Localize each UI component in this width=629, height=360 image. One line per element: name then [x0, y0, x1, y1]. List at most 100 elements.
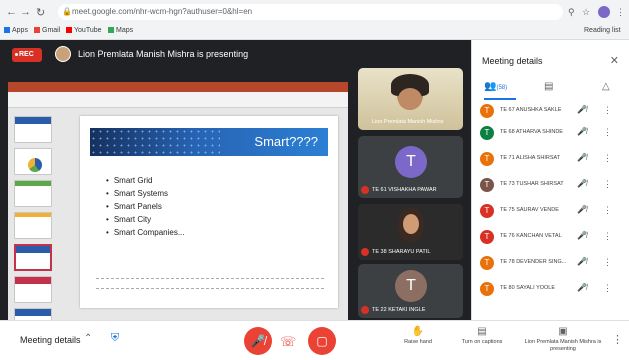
- participant-name: TE 68 ATHARVA SHINDE: [500, 129, 563, 135]
- tile-name: TE 61 VISHAKHA PAWAR: [372, 187, 437, 193]
- mic-off-icon: 🎤̸: [577, 257, 587, 266]
- participant-tile[interactable]: TE 38 SHARAYU PATIL: [358, 204, 463, 260]
- slide-thumbnail-active[interactable]: [14, 244, 52, 271]
- participant-avatar: T: [480, 126, 494, 140]
- bookmark-apps[interactable]: Apps: [4, 27, 28, 34]
- star-icon[interactable]: ☆: [582, 7, 590, 18]
- tab-chat[interactable]: ▤: [544, 81, 553, 92]
- maps-icon: [108, 27, 114, 33]
- hangup-icon[interactable]: ☏: [280, 334, 296, 350]
- apps-icon: [4, 27, 10, 33]
- bullet-item: Smart Companies...: [106, 226, 185, 239]
- presenter-avatar: [55, 46, 71, 62]
- more-options-icon[interactable]: ⋮: [612, 333, 623, 346]
- bookmark-gmail[interactable]: Gmail: [34, 27, 60, 34]
- more-icon[interactable]: ⋮: [603, 283, 612, 294]
- list-item[interactable]: T TE 80 SAYALI YOOLE 🎤̸ ⋮: [472, 280, 629, 300]
- participant-tile[interactable]: Lion Premlata Manish Mishra: [358, 68, 463, 130]
- participant-name: TE 71 ALISHA SHIRSAT: [500, 155, 561, 161]
- forward-icon[interactable]: →: [20, 6, 31, 18]
- participant-face: [403, 214, 419, 234]
- meeting-details-button[interactable]: Meeting details: [20, 335, 81, 345]
- tile-name: Lion Premlata Manish Mishra: [372, 119, 444, 125]
- more-icon[interactable]: ⋮: [603, 179, 612, 190]
- camera-toggle-button[interactable]: ▢: [308, 327, 336, 355]
- mic-off-icon: 🎤̸: [577, 153, 587, 162]
- more-icon[interactable]: ⋮: [603, 205, 612, 216]
- chevron-up-icon[interactable]: ⌃: [84, 333, 92, 344]
- panel-title: Meeting details: [482, 56, 543, 66]
- participant-avatar: T: [480, 282, 494, 296]
- participant-tile[interactable]: T TE 22 KETAKI INGLE: [358, 264, 463, 318]
- slide-thumbnail[interactable]: [14, 148, 52, 175]
- participant-avatar: T: [480, 204, 494, 218]
- slide-thumbnail[interactable]: [14, 180, 52, 207]
- tile-name: TE 22 KETAKI INGLE: [372, 307, 426, 313]
- gmail-icon: [34, 27, 40, 33]
- slide-thumbnail[interactable]: [14, 276, 52, 303]
- profile-avatar[interactable]: [598, 6, 610, 18]
- participant-avatar: T: [395, 270, 427, 302]
- divider: [96, 288, 324, 289]
- bullet-item: Smart Panels: [106, 200, 185, 213]
- bookmark-maps[interactable]: Maps: [108, 27, 133, 34]
- more-icon[interactable]: ⋮: [603, 127, 612, 138]
- close-icon[interactable]: ✕: [610, 54, 619, 67]
- rec-badge: REC: [12, 48, 42, 62]
- presenting-button[interactable]: ▣ Lion Premlata Manish Mishra is present…: [518, 325, 608, 353]
- bullet-item: Smart Systems: [106, 187, 185, 200]
- slide-thumbnails: [10, 112, 56, 335]
- participant-tile[interactable]: T TE 61 VISHAKHA PAWAR: [358, 136, 463, 198]
- list-item[interactable]: T TE 75 SAURAV VENDE 🎤̸ ⋮: [472, 202, 629, 222]
- list-item[interactable]: T TE 71 ALISHA SHIRSAT 🎤̸ ⋮: [472, 150, 629, 170]
- participant-face: [398, 88, 422, 110]
- participant-avatar: T: [395, 146, 427, 178]
- address-bar[interactable]: 🔒 meet.google.com/nhr-wcm-hgn?authuser=0…: [58, 4, 563, 20]
- mic-off-icon: 🎤̸: [577, 105, 587, 114]
- list-item[interactable]: T TE 76 KANCHAN VETAL 🎤̸ ⋮: [472, 228, 629, 248]
- mic-off-icon: [361, 186, 369, 194]
- captions-icon: ▤: [477, 326, 487, 337]
- meeting-details-panel: Meeting details ✕ 👥(58) ▤ △ T TE 67 ANUSH…: [471, 40, 629, 320]
- slide-thumbnail[interactable]: [14, 116, 52, 143]
- list-item[interactable]: T TE 67 ANUSHKA SAKLE 🎤̸ ⋮: [472, 102, 629, 122]
- menu-icon[interactable]: ⋮: [616, 7, 625, 18]
- shield-icon[interactable]: ⛨: [108, 332, 122, 348]
- list-item[interactable]: T TE 73 TUSHAR SHIRSAT 🎤̸ ⋮: [472, 176, 629, 196]
- pie-chart-icon: [28, 158, 42, 172]
- participant-avatar: T: [480, 178, 494, 192]
- more-icon[interactable]: ⋮: [603, 231, 612, 242]
- chat-icon: ▤: [544, 81, 554, 92]
- participant-name: TE 80 SAYALI YOOLE: [500, 285, 556, 291]
- url-text: meet.google.com/nhr-wcm-hgn?authuser=0&h…: [72, 7, 253, 16]
- divider: [96, 278, 324, 279]
- slide-bullets: Smart Grid Smart Systems Smart Panels Sm…: [106, 174, 185, 239]
- slide-thumbnail[interactable]: [14, 212, 52, 239]
- tab-activities[interactable]: △: [602, 81, 610, 92]
- more-icon[interactable]: ⋮: [603, 257, 612, 268]
- participant-name: TE 67 ANUSHKA SAKLE: [500, 107, 562, 113]
- participant-avatar: T: [480, 104, 494, 118]
- participant-name: TE 76 KANCHAN VETAL: [500, 233, 562, 239]
- more-icon[interactable]: ⋮: [603, 105, 612, 116]
- mic-toggle-button[interactable]: 🎤̸: [244, 327, 272, 355]
- mic-off-icon: 🎤̸: [577, 127, 587, 136]
- list-item[interactable]: T TE 78 DEVENDER SING... 🎤̸ ⋮: [472, 254, 629, 274]
- reading-list[interactable]: Reading list: [584, 27, 621, 34]
- mic-off-icon: [361, 248, 369, 256]
- raise-hand-button[interactable]: ✋ Raise hand: [398, 325, 438, 346]
- captions-button[interactable]: ▤ Turn on captions: [456, 325, 508, 346]
- more-icon[interactable]: ⋮: [603, 153, 612, 164]
- hand-icon: ✋: [411, 326, 425, 337]
- meeting-controls-bar: Meeting details ⌃ ⛨ 🎤̸ ☏ ▢ ✋ Raise hand …: [0, 320, 629, 360]
- meeting-stage: REC Lion Premlata Manish Mishra is prese…: [0, 40, 471, 352]
- reload-icon[interactable]: ↻: [36, 6, 45, 19]
- bookmark-youtube[interactable]: YouTube: [66, 27, 102, 34]
- key-icon[interactable]: ⚲: [568, 7, 575, 18]
- list-item[interactable]: T TE 68 ATHARVA SHINDE 🎤̸ ⋮: [472, 124, 629, 144]
- people-icon: 👥: [484, 81, 497, 92]
- powerpoint-ribbon: [8, 92, 348, 108]
- tab-people[interactable]: 👥(58): [484, 81, 507, 92]
- activities-icon: △: [602, 81, 610, 92]
- back-icon[interactable]: ←: [6, 6, 17, 18]
